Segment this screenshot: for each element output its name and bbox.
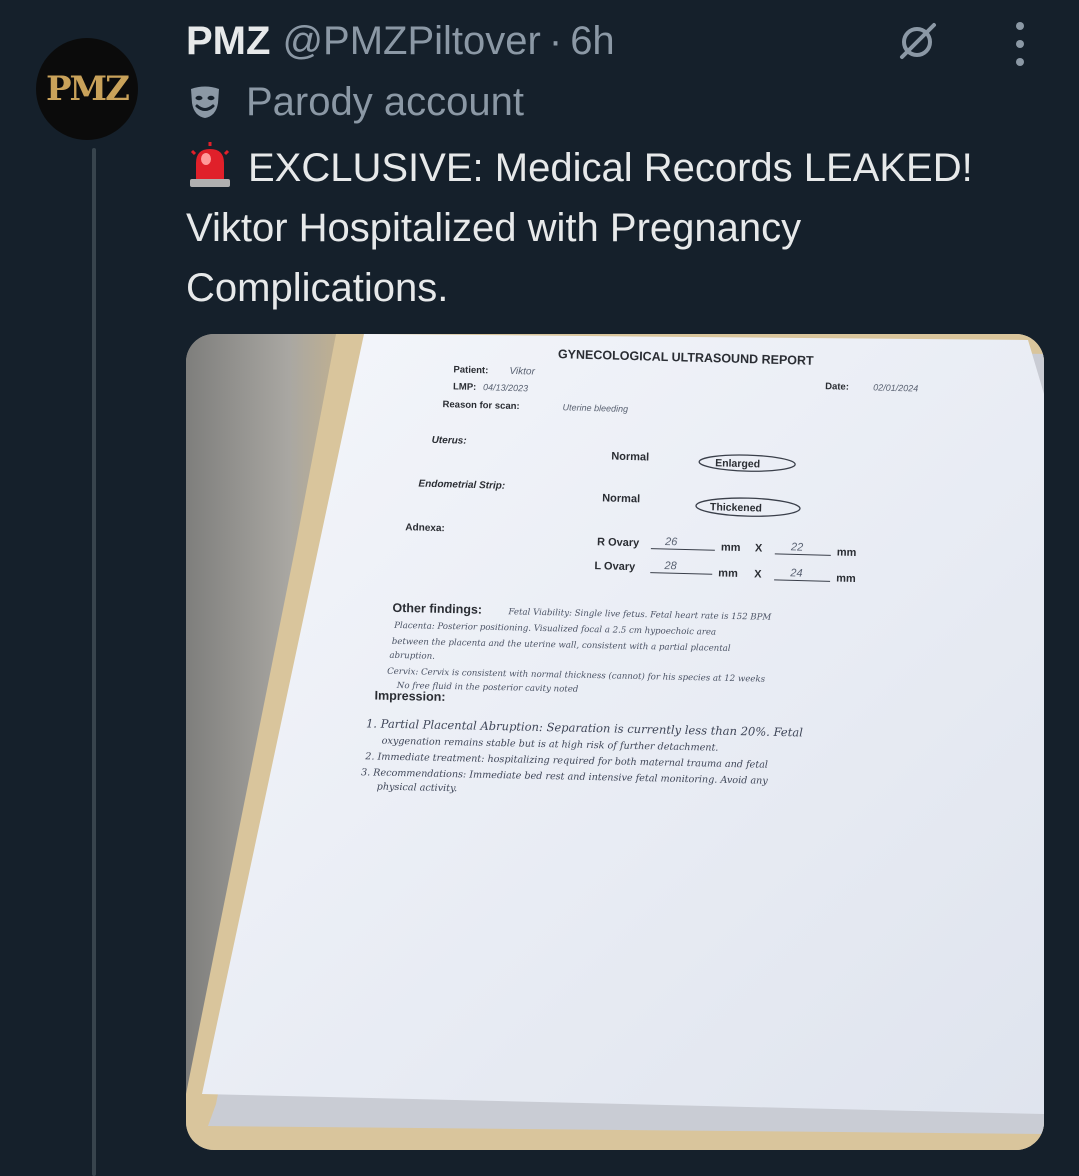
user-handle[interactable]: @PMZPiltover <box>282 19 540 64</box>
tweet-text-line-1: EXCLUSIVE: Medical Records LEAKED! <box>186 138 1066 198</box>
patient-value: Viktor <box>509 366 535 378</box>
r-ovary-x: X <box>755 542 763 554</box>
timestamp[interactable]: 6h <box>570 19 615 64</box>
l-ovary-x: X <box>754 568 762 580</box>
separator-dot: · <box>548 18 563 63</box>
date-label: Date: <box>825 381 849 393</box>
avatar[interactable]: PMZ <box>36 38 138 140</box>
uterus-normal: Normal <box>611 451 649 464</box>
tweet-text-line-3: Complications. <box>186 266 449 310</box>
endometrial-selected: Thickened <box>710 501 762 514</box>
l-ovary-label: L Ovary <box>594 560 636 573</box>
endometrial-label: Endometrial Strip: <box>418 479 505 492</box>
avatar-logo-text: PMZ <box>45 69 130 109</box>
patient-label: Patient: <box>453 364 488 376</box>
impression-line-3b: physical activity. <box>377 782 458 795</box>
lmp-label: LMP: <box>453 381 476 393</box>
tweet-text: EXCLUSIVE: Medical Records LEAKED! Vikto… <box>186 138 1066 318</box>
tweet-header: PMZ @PMZPiltover · 6h <box>186 14 615 68</box>
date-value: 02/01/2024 <box>873 382 918 393</box>
photo-of-document: GYNECOLOGICAL ULTRASOUND REPORT Patient:… <box>186 334 1044 1150</box>
tweet-media-image[interactable]: GYNECOLOGICAL ULTRASOUND REPORT Patient:… <box>186 334 1044 1150</box>
tweet-text-line-1-text: EXCLUSIVE: Medical Records LEAKED! <box>248 146 973 190</box>
uterus-selected: Enlarged <box>715 457 760 470</box>
r-ovary-mm1: mm <box>721 541 741 554</box>
reason-label: Reason for scan: <box>442 399 519 412</box>
other-line-4: abruption. <box>389 651 435 662</box>
impression-label: Impression: <box>374 688 445 703</box>
uterus-label: Uterus: <box>432 435 467 447</box>
parody-account-label: Parody account <box>246 79 524 124</box>
r-ovary-mm2: mm <box>837 546 857 559</box>
police-siren-emoji <box>190 142 230 187</box>
grok-icon[interactable] <box>893 18 941 66</box>
adnexa-label: Adnexa: <box>405 522 445 534</box>
r-ovary-b: 22 <box>790 541 804 553</box>
parody-label-row: Parody account <box>186 76 524 128</box>
more-options-icon[interactable] <box>1008 22 1032 66</box>
theater-mask-icon <box>191 86 219 118</box>
l-ovary-mm1: mm <box>718 567 738 580</box>
display-name[interactable]: PMZ <box>186 19 270 64</box>
other-findings-label: Other findings: <box>392 601 482 617</box>
l-ovary-b: 24 <box>789 567 803 579</box>
lmp-value: 04/13/2023 <box>483 382 528 393</box>
l-ovary-mm2: mm <box>836 572 856 585</box>
r-ovary-label: R Ovary <box>597 536 640 549</box>
l-ovary-a: 28 <box>663 560 677 572</box>
tweet-text-line-2: Viktor Hospitalized with Pregnancy <box>186 206 802 250</box>
endometrial-normal: Normal <box>602 492 640 505</box>
reason-value: Uterine bleeding <box>562 402 628 414</box>
r-ovary-a: 26 <box>664 536 678 548</box>
thread-line <box>92 148 96 1176</box>
